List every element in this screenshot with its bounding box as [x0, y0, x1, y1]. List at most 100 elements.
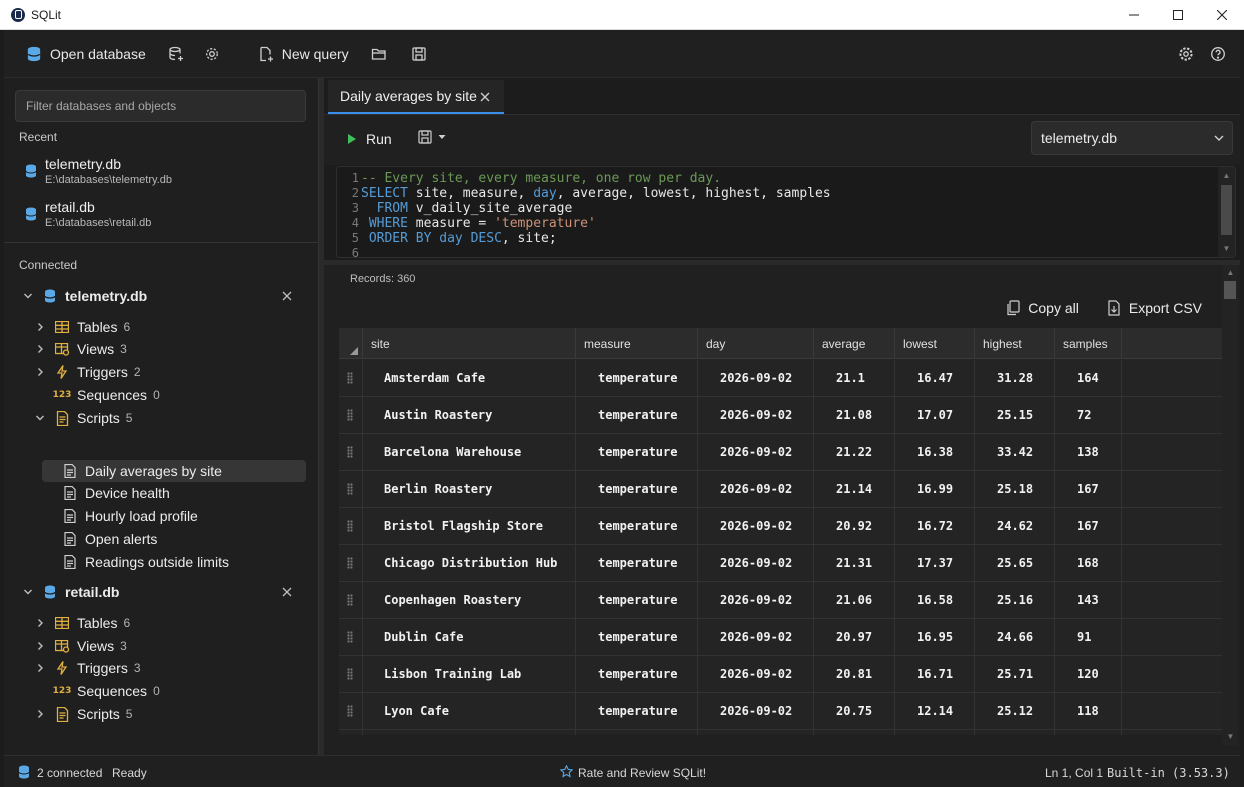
table-cell[interactable]: 2026-09-02	[697, 360, 813, 397]
table-cell[interactable]	[1121, 545, 1222, 582]
script-item[interactable]: Open alerts	[42, 528, 306, 550]
scroll-down-icon[interactable]: ▼	[1225, 731, 1236, 742]
table-cell[interactable]: temperature	[575, 656, 697, 693]
editor-scrollbar[interactable]: ▲ ▼	[1218, 167, 1235, 257]
table-cell[interactable]: Lyon Cafe	[362, 693, 575, 730]
close-connection-icon[interactable]	[282, 584, 292, 600]
chevron-right-icon[interactable]	[34, 640, 46, 652]
tab-daily-averages[interactable]: Daily averages by site	[328, 80, 504, 114]
close-tab-icon[interactable]	[480, 89, 490, 105]
table-cell[interactable]: 12.14	[894, 693, 974, 730]
add-connection-button[interactable]	[162, 37, 190, 71]
table-cell[interactable]: 20.92	[813, 508, 894, 545]
table-cell[interactable]: 21.14	[813, 471, 894, 508]
table-cell[interactable]: 16.58	[894, 582, 974, 619]
table-cell[interactable]: 24.66	[974, 619, 1054, 656]
table-cell[interactable]: 25.16	[974, 582, 1054, 619]
script-item[interactable]: Device health	[42, 482, 306, 504]
select-all-corner[interactable]	[339, 328, 362, 359]
table-cell[interactable]: 21.1	[813, 360, 894, 397]
table-cell[interactable]: 21.22	[813, 434, 894, 471]
table-row[interactable]	[339, 730, 1222, 735]
tree-tables[interactable]: Tables 6	[34, 316, 130, 338]
table-cell[interactable]: 21.06	[813, 582, 894, 619]
table-cell[interactable]: 167	[1054, 508, 1121, 545]
row-drag-handle-icon[interactable]	[347, 520, 353, 532]
table-cell[interactable]: 20.81	[813, 656, 894, 693]
chevron-down-icon[interactable]	[22, 586, 34, 598]
table-cell[interactable]	[575, 730, 697, 735]
row-drag-handle-icon[interactable]	[347, 409, 353, 421]
row-drag-handle-icon[interactable]	[347, 594, 353, 606]
save-file-button[interactable]	[405, 37, 433, 71]
table-cell[interactable]	[1121, 656, 1222, 693]
recent-item-retail[interactable]: retail.db E:\databases\retail.db	[19, 197, 309, 235]
scroll-thumb[interactable]	[1224, 281, 1236, 299]
results-scrollbar[interactable]: ▲ ▼	[1222, 265, 1238, 745]
table-cell[interactable]: 16.95	[894, 619, 974, 656]
table-cell[interactable]	[1121, 434, 1222, 471]
column-header-highest[interactable]: highest	[974, 328, 1054, 359]
table-cell[interactable]	[362, 730, 575, 735]
table-cell[interactable]	[894, 730, 974, 735]
table-cell[interactable]: Amsterdam Cafe	[362, 360, 575, 397]
table-cell[interactable]: 33.42	[974, 434, 1054, 471]
connection-telemetry[interactable]: telemetry.db	[22, 285, 312, 307]
table-cell[interactable]: Dublin Cafe	[362, 619, 575, 656]
table-cell[interactable]	[813, 730, 894, 735]
table-row[interactable]: Dublin Cafe temperature 2026-09-02 20.97 16.…	[339, 619, 1222, 656]
table-cell[interactable]: 2026-09-02	[697, 582, 813, 619]
connected-count[interactable]: 2 connected	[37, 766, 102, 780]
tree-triggers[interactable]: Triggers 2	[34, 361, 141, 383]
table-cell[interactable]: 2026-09-02	[697, 656, 813, 693]
table-cell[interactable]: 164	[1054, 360, 1121, 397]
column-header-samples[interactable]: samples	[1054, 328, 1121, 359]
tree-views[interactable]: Views 3	[34, 635, 127, 657]
chevron-right-icon[interactable]	[34, 321, 46, 333]
table-cell[interactable]: temperature	[575, 619, 697, 656]
table-cell[interactable]: 17.37	[894, 545, 974, 582]
table-cell[interactable]: 21.31	[813, 545, 894, 582]
table-cell[interactable]: 16.71	[894, 656, 974, 693]
export-csv-button[interactable]: Export CSV	[1107, 300, 1202, 316]
row-drag-handle-icon[interactable]	[347, 446, 353, 458]
column-header-measure[interactable]: measure	[575, 328, 697, 359]
table-row[interactable]: Austin Roastery temperature 2026-09-02 21.0…	[339, 397, 1222, 434]
table-cell[interactable]: temperature	[575, 397, 697, 434]
tree-scripts[interactable]: Scripts 5	[34, 703, 132, 725]
tree-tables[interactable]: Tables 6	[34, 612, 130, 634]
table-cell[interactable]: 118	[1054, 693, 1121, 730]
tree-scripts[interactable]: Scripts 5	[34, 407, 132, 429]
table-cell[interactable]: 138	[1054, 434, 1121, 471]
connection-retail[interactable]: retail.db	[22, 581, 312, 603]
table-row[interactable]: Copenhagen Roastery temperature 2026-09-02…	[339, 582, 1222, 619]
script-item[interactable]: Readings outside limits	[42, 551, 306, 573]
table-cell[interactable]: 20.75	[813, 693, 894, 730]
table-cell[interactable]: Barcelona Warehouse	[362, 434, 575, 471]
open-file-button[interactable]	[365, 37, 393, 71]
filter-input[interactable]: Filter databases and objects	[15, 90, 306, 122]
scroll-down-icon[interactable]: ▼	[1221, 243, 1232, 254]
table-cell[interactable]: 16.47	[894, 360, 974, 397]
column-header-day[interactable]: day	[697, 328, 813, 359]
chevron-down-icon[interactable]	[22, 290, 34, 302]
table-cell[interactable]: Austin Roastery	[362, 397, 575, 434]
table-row[interactable]: Lisbon Training Lab temperature 2026-09-02…	[339, 656, 1222, 693]
row-drag-handle-icon[interactable]	[347, 557, 353, 569]
table-cell[interactable]	[1121, 582, 1222, 619]
table-cell[interactable]: temperature	[575, 471, 697, 508]
table-cell[interactable]: 168	[1054, 545, 1121, 582]
table-row[interactable]: Chicago Distribution Hub temperature 2026-…	[339, 545, 1222, 582]
tree-triggers[interactable]: Triggers 3	[34, 657, 141, 679]
row-drag-handle-icon[interactable]	[347, 483, 353, 495]
row-drag-handle-icon[interactable]	[347, 372, 353, 384]
table-cell[interactable]: 24.62	[974, 508, 1054, 545]
row-drag-handle-icon[interactable]	[347, 668, 353, 680]
scroll-thumb[interactable]	[1221, 185, 1232, 235]
table-cell[interactable]: Chicago Distribution Hub	[362, 545, 575, 582]
table-cell[interactable]: 31.28	[974, 360, 1054, 397]
table-cell[interactable]: 2026-09-02	[697, 434, 813, 471]
table-cell[interactable]: 2026-09-02	[697, 545, 813, 582]
chevron-right-icon[interactable]	[34, 343, 46, 355]
close-connection-icon[interactable]	[282, 288, 292, 304]
